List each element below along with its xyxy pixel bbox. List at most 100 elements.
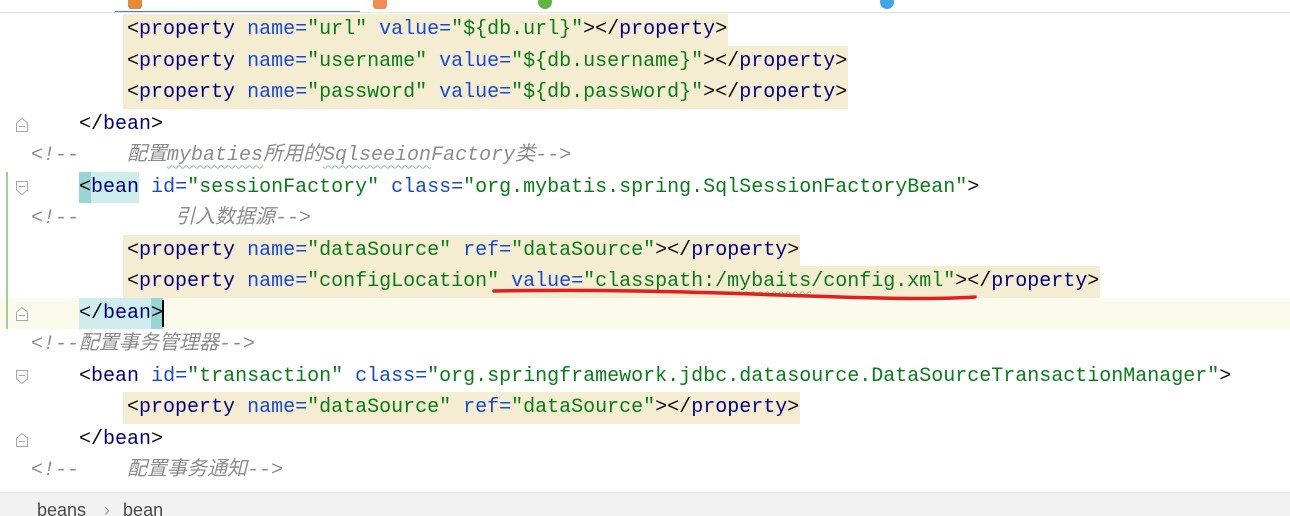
attribute-name-token: value= <box>511 270 584 294</box>
gutter-cell[interactable] <box>0 77 31 109</box>
code-line[interactable]: <property name="configLocation" value="c… <box>0 266 1290 298</box>
comment-token: <!-- 配置事务通知--> <box>31 459 284 483</box>
gutter-cell[interactable] <box>0 455 31 487</box>
fold-open-icon[interactable] <box>15 369 29 385</box>
code-text[interactable]: <property name="password" value="${db.pa… <box>31 77 849 109</box>
code-line[interactable]: <!-- 配置mybaties所用的SqlseeionFactory类--> <box>0 140 1290 172</box>
editor-tab[interactable] <box>360 0 525 12</box>
code-text[interactable]: <property name="url" value="${db.url}"><… <box>31 14 729 46</box>
code-line[interactable]: <property name="url" value="${db.url}"><… <box>0 14 1290 46</box>
highlighted-tag: <property name="configLocation" value="c… <box>123 266 1101 298</box>
code-lines[interactable]: <property name="url" value="${db.url}"><… <box>0 14 1290 487</box>
attribute-name-token: ref= <box>463 396 512 420</box>
breadcrumb-item-bean[interactable]: bean <box>123 500 163 516</box>
vcs-change-marker[interactable] <box>6 203 8 235</box>
code-line[interactable]: </bean> <box>0 109 1290 141</box>
punctuation-token: ></ <box>583 18 620 42</box>
gutter-cell[interactable] <box>0 297 31 330</box>
gutter-cell[interactable] <box>0 234 31 267</box>
code-content: <bean id="sessionFactory" class="org.myb… <box>79 171 979 204</box>
code-line[interactable]: <bean id="sessionFactory" class="org.myb… <box>0 171 1290 204</box>
code-editor[interactable]: <property name="url" value="${db.url}"><… <box>0 13 1290 492</box>
code-text[interactable]: <!--配置事务管理器--> <box>31 329 255 361</box>
breadcrumb-item-beans[interactable]: beans <box>37 500 86 516</box>
tag-name-token: property <box>991 270 1088 294</box>
code-text[interactable]: <property name="dataSource" ref="dataSou… <box>31 234 801 267</box>
code-line[interactable]: <property name="password" value="${db.pa… <box>0 77 1290 109</box>
attribute-name-token: name= <box>247 238 308 262</box>
code-content: <!-- 引入数据源--> <box>31 203 311 235</box>
fold-close-icon[interactable] <box>15 432 29 448</box>
editor-tab[interactable] <box>115 0 360 12</box>
code-text[interactable]: </bean> <box>31 109 163 141</box>
vcs-change-marker[interactable] <box>6 171 8 204</box>
vcs-change-marker[interactable] <box>6 297 8 330</box>
vcs-change-marker[interactable] <box>6 234 8 267</box>
comment-token: <!-- 引入数据源--> <box>31 207 312 231</box>
breadcrumb: beans › bean <box>37 500 163 516</box>
code-text[interactable]: <!-- 配置事务通知--> <box>31 455 283 487</box>
punctuation-token <box>235 266 247 298</box>
punctuation-token: ></ <box>655 396 692 420</box>
code-text[interactable]: </bean> <box>31 297 165 330</box>
gutter-cell[interactable] <box>0 109 31 141</box>
tag-name-token: property <box>739 81 836 105</box>
gutter-cell[interactable] <box>0 329 31 361</box>
code-content: <!-- 配置事务通知--> <box>31 455 283 487</box>
attribute-name-token: name= <box>247 49 308 73</box>
editor-tab[interactable] <box>525 0 705 12</box>
code-content: <!-- 配置mybaties所用的SqlseeionFactory类--> <box>31 140 571 172</box>
code-text[interactable]: <!-- 引入数据源--> <box>31 203 311 235</box>
code-text[interactable]: <!-- 配置mybaties所用的SqlseeionFactory类--> <box>31 140 571 172</box>
punctuation-token: > <box>715 18 728 42</box>
gutter-cell[interactable] <box>0 424 31 456</box>
punctuation-token <box>235 14 247 46</box>
gutter-cell[interactable] <box>0 14 31 46</box>
editor-tab[interactable] <box>867 0 1047 12</box>
code-content: <bean id="transaction" class="org.spring… <box>79 361 1231 393</box>
code-line[interactable]: <!--配置事务管理器--> <box>0 329 1290 361</box>
code-text[interactable]: <property name="configLocation" value="c… <box>31 266 1101 298</box>
tag-name-token: property <box>691 238 788 262</box>
gutter-cell[interactable] <box>0 203 31 235</box>
gutter-cell[interactable] <box>0 361 31 393</box>
comment-token: <!--配置事务管理器--> <box>31 333 256 357</box>
tag-name-token: property <box>691 396 788 420</box>
code-line[interactable]: <!-- 配置事务通知--> <box>0 455 1290 487</box>
code-line[interactable]: </bean> <box>0 424 1290 456</box>
fold-close-icon[interactable] <box>15 117 29 133</box>
code-line[interactable]: <property name="dataSource" ref="dataSou… <box>0 392 1290 424</box>
tag-name-token: property <box>139 396 236 420</box>
code-line[interactable]: <property name="username" value="${db.us… <box>0 45 1290 78</box>
code-text[interactable]: <property name="dataSource" ref="dataSou… <box>31 392 801 424</box>
highlighted-tag: <property name="username" value="${db.us… <box>123 45 849 78</box>
vcs-change-marker[interactable] <box>6 266 8 298</box>
code-line[interactable]: <property name="dataSource" ref="dataSou… <box>0 234 1290 267</box>
gutter-cell[interactable] <box>0 46 31 78</box>
code-line[interactable]: <!-- 引入数据源--> <box>0 203 1290 235</box>
gutter-cell[interactable] <box>0 392 31 424</box>
attribute-value-token: "configLocation" <box>307 270 500 294</box>
gutter-cell[interactable] <box>0 266 31 298</box>
code-text[interactable]: </bean> <box>31 424 163 456</box>
attribute-name-token: class= <box>355 364 428 388</box>
current-code-line[interactable]: </bean> <box>0 297 1290 330</box>
tag-name-token: bean <box>103 297 152 330</box>
tag-name-token: bean <box>91 171 140 204</box>
code-text[interactable]: <bean id="transaction" class="org.spring… <box>31 361 1231 393</box>
highlighted-tag: <property name="url" value="${db.url}"><… <box>123 14 729 46</box>
gutter-cell[interactable] <box>0 140 31 172</box>
punctuation-token: ></ <box>655 238 692 262</box>
code-text[interactable]: <bean id="sessionFactory" class="org.myb… <box>31 171 979 204</box>
code-text[interactable]: <property name="username" value="${db.us… <box>31 45 849 78</box>
code-content: </bean> <box>79 424 163 456</box>
punctuation-token <box>427 77 439 109</box>
code-line[interactable]: <bean id="transaction" class="org.spring… <box>0 361 1290 393</box>
fold-open-icon[interactable] <box>15 180 29 196</box>
fold-close-icon[interactable] <box>15 306 29 322</box>
gutter-cell[interactable] <box>0 171 31 204</box>
